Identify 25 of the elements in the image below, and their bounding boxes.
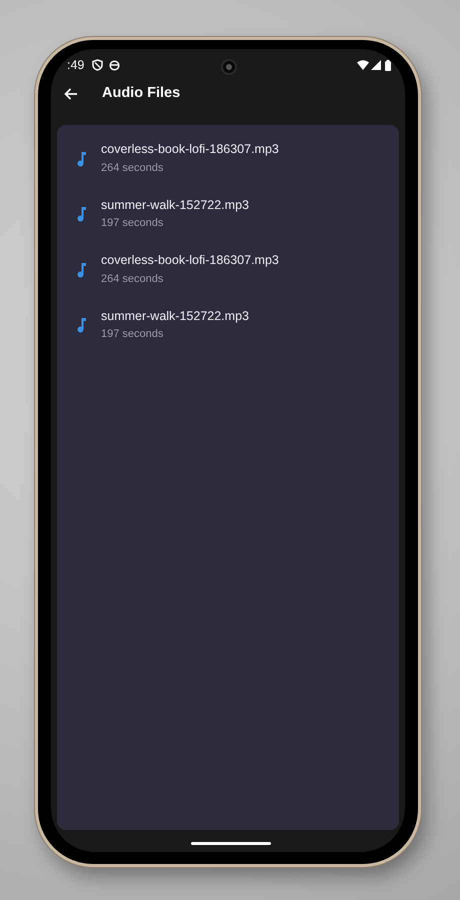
file-name: summer-walk-152722.mp3 [101,308,249,324]
file-row[interactable]: summer-walk-152722.mp3 197 seconds [57,298,399,353]
file-duration: 197 seconds [101,327,164,342]
music-note-icon [77,206,87,222]
file-name: summer-walk-152722.mp3 [101,198,249,214]
status-time: :49 [67,56,84,74]
signal-icon [371,60,381,70]
file-row[interactable]: summer-walk-152722.mp3 197 seconds [57,186,399,242]
file-name: coverless-book-lofi-186307.mp3 [101,142,279,158]
shield-icon [92,59,104,71]
music-note-icon [77,262,87,278]
notification-icon [109,60,120,70]
camera-lens [221,59,237,75]
music-note-icon [77,150,87,167]
back-button[interactable] [64,88,78,100]
file-row[interactable]: coverless-book-lofi-186307.mp3 264 seconds [57,242,399,298]
wifi-icon [357,60,369,70]
music-note-icon [77,317,87,334]
battery-icon [385,60,391,70]
screen-title: Audio Files [102,84,180,104]
file-name: coverless-book-lofi-186307.mp3 [101,253,279,269]
file-duration: 264 seconds [101,272,164,286]
file-duration: 264 seconds [101,160,164,176]
file-row[interactable]: coverless-book-lofi-186307.mp3 264 seconds [57,131,399,186]
file-duration: 197 seconds [101,216,164,231]
